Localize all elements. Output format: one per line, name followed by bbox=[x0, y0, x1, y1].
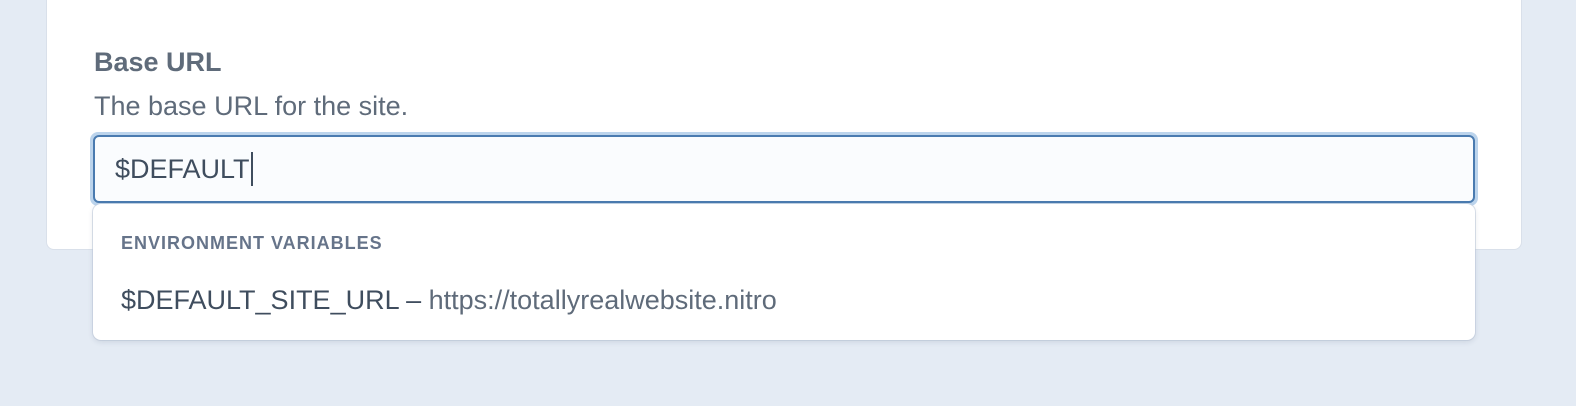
dropdown-section-heading: ENVIRONMENT VARIABLES bbox=[121, 233, 383, 253]
field-label: Base URL bbox=[94, 47, 222, 77]
env-variable-name: $DEFAULT_SITE_URL bbox=[121, 285, 399, 315]
option-separator: – bbox=[398, 285, 429, 315]
base-url-input-value: $DEFAULT bbox=[115, 153, 250, 184]
base-url-input-focus-ring: $DEFAULT bbox=[90, 132, 1478, 206]
text-caret bbox=[250, 152, 253, 186]
env-variable-option[interactable]: $DEFAULT_SITE_URL – https://totallyrealw… bbox=[121, 282, 777, 318]
autosuggest-dropdown: ENVIRONMENT VARIABLES $DEFAULT_SITE_URL … bbox=[93, 204, 1475, 340]
field-instructions: The base URL for the site. bbox=[94, 91, 409, 121]
env-variable-value: https://totallyrealwebsite.nitro bbox=[428, 285, 777, 315]
base-url-input[interactable]: $DEFAULT bbox=[93, 135, 1475, 203]
